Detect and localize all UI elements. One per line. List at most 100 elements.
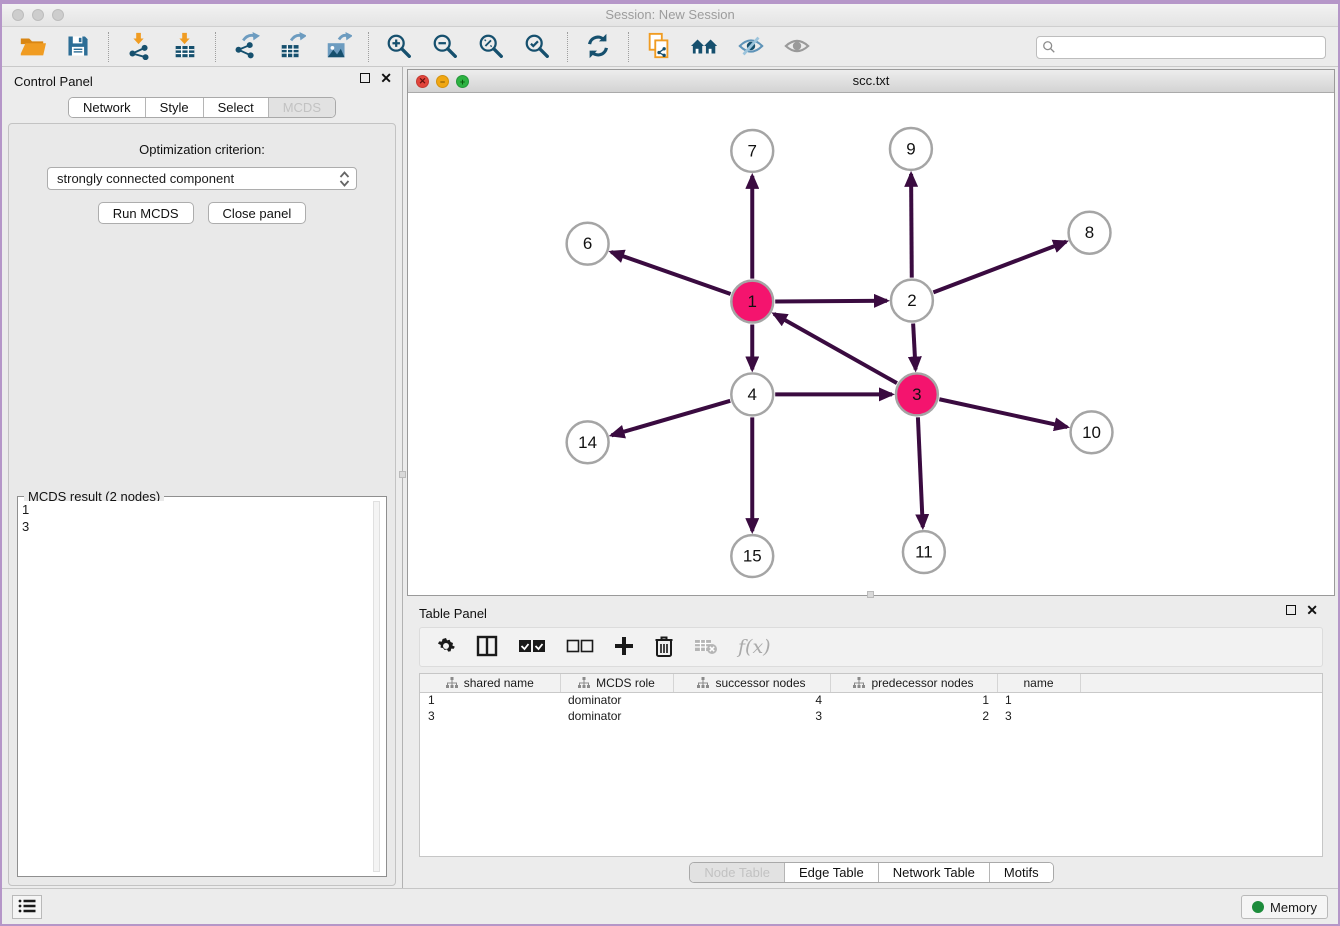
float-table-panel-icon[interactable] bbox=[1286, 605, 1296, 615]
edge-4-14[interactable] bbox=[612, 401, 731, 436]
network-window-titlebar[interactable]: ✕ − + scc.txt bbox=[408, 70, 1334, 93]
tab-mcds[interactable]: MCDS bbox=[269, 98, 335, 117]
tab-select[interactable]: Select bbox=[204, 98, 269, 117]
show-columns-button[interactable] bbox=[476, 634, 498, 660]
node-label-9: 9 bbox=[906, 139, 915, 158]
table-cell[interactable]: 2 bbox=[830, 708, 997, 724]
search-field-wrap bbox=[1036, 36, 1326, 59]
network-window-title: scc.txt bbox=[408, 73, 1334, 88]
task-history-button[interactable] bbox=[12, 895, 42, 919]
node-label-6: 6 bbox=[583, 234, 592, 253]
add-column-button[interactable] bbox=[614, 634, 634, 660]
tab-network-table[interactable]: Network Table bbox=[879, 863, 990, 882]
houses-button[interactable] bbox=[689, 31, 721, 63]
hide-eye-button[interactable] bbox=[735, 31, 767, 63]
clone-network-button[interactable] bbox=[643, 31, 675, 63]
close-panel-button[interactable]: Close panel bbox=[208, 202, 307, 224]
table-cell[interactable]: 1 bbox=[830, 692, 997, 708]
memory-status-icon bbox=[1252, 901, 1264, 913]
node-label-1: 1 bbox=[748, 292, 757, 311]
tab-edge-table[interactable]: Edge Table bbox=[785, 863, 879, 882]
edge-2-8[interactable] bbox=[933, 242, 1066, 293]
save-session-button[interactable] bbox=[62, 31, 94, 63]
node-table: shared nameMCDS rolesuccessor nodesprede… bbox=[419, 673, 1323, 857]
tree-icon bbox=[446, 677, 458, 689]
edge-3-1[interactable] bbox=[774, 314, 897, 383]
table-cell[interactable]: dominator bbox=[560, 692, 673, 708]
zoom-fit-button[interactable] bbox=[475, 31, 507, 63]
column-header-successor-nodes[interactable]: successor nodes bbox=[673, 674, 830, 692]
run-mcds-button[interactable]: Run MCDS bbox=[98, 202, 194, 224]
table-delete-icon bbox=[694, 637, 718, 658]
export-image-button[interactable] bbox=[322, 31, 354, 63]
export-network-icon bbox=[232, 32, 260, 63]
table-toolbar: f(x) bbox=[419, 627, 1323, 667]
table-cell[interactable]: 1 bbox=[420, 692, 560, 708]
column-header-predecessor-nodes[interactable]: predecessor nodes bbox=[830, 674, 997, 692]
table-row[interactable]: 3dominator323 bbox=[420, 708, 1322, 724]
list-icon bbox=[18, 898, 36, 917]
column-header-shared-name[interactable]: shared name bbox=[420, 674, 560, 692]
tab-network[interactable]: Network bbox=[69, 98, 146, 117]
table-cell[interactable]: 3 bbox=[997, 708, 1080, 724]
network-view-window: ✕ − + scc.txt 1234678910111415 bbox=[407, 69, 1335, 596]
node-label-11: 11 bbox=[915, 543, 933, 562]
titlebar: Session: New Session bbox=[2, 4, 1338, 27]
import-network-icon bbox=[125, 32, 153, 63]
table-cell[interactable]: dominator bbox=[560, 708, 673, 724]
node-label-2: 2 bbox=[907, 291, 916, 310]
splitter-handle[interactable] bbox=[867, 591, 874, 598]
node-label-4: 4 bbox=[748, 385, 757, 404]
delete-column-button[interactable] bbox=[654, 634, 674, 660]
import-table-button[interactable] bbox=[169, 31, 201, 63]
export-table-button[interactable] bbox=[276, 31, 308, 63]
zoom-selected-button[interactable] bbox=[521, 31, 553, 63]
edge-3-11[interactable] bbox=[918, 417, 923, 527]
tab-style[interactable]: Style bbox=[146, 98, 204, 117]
import-network-button[interactable] bbox=[123, 31, 155, 63]
zoom-in-button[interactable] bbox=[383, 31, 415, 63]
result-item: 1 bbox=[22, 501, 370, 518]
mcds-result-list: 13 bbox=[22, 501, 370, 872]
table-settings-button[interactable] bbox=[436, 634, 456, 660]
edge-3-10[interactable] bbox=[939, 399, 1067, 427]
edge-1-6[interactable] bbox=[611, 252, 730, 294]
result-scrollbar[interactable] bbox=[373, 501, 380, 872]
tab-motifs[interactable]: Motifs bbox=[990, 863, 1053, 882]
edge-2-9[interactable] bbox=[911, 174, 912, 278]
select-all-button[interactable] bbox=[518, 634, 546, 660]
save-floppy-icon bbox=[65, 33, 91, 62]
columns-icon bbox=[476, 635, 498, 660]
edge-1-2[interactable] bbox=[775, 301, 887, 302]
network-canvas[interactable]: 1234678910111415 bbox=[408, 93, 1334, 595]
control-panel-title: Control Panel bbox=[14, 74, 93, 89]
tree-icon bbox=[578, 677, 590, 689]
eye-icon bbox=[783, 32, 811, 63]
float-panel-icon[interactable] bbox=[360, 73, 370, 83]
table-cell[interactable]: 3 bbox=[673, 708, 830, 724]
deselect-all-button[interactable] bbox=[566, 634, 594, 660]
table-cell[interactable]: 4 bbox=[673, 692, 830, 708]
table-row[interactable]: 1dominator411 bbox=[420, 692, 1322, 708]
column-header-MCDS-role[interactable]: MCDS role bbox=[560, 674, 673, 692]
table-cell[interactable]: 3 bbox=[420, 708, 560, 724]
table-cell[interactable]: 1 bbox=[997, 692, 1080, 708]
zoom-out-icon bbox=[431, 32, 459, 63]
close-table-panel-icon[interactable]: ✕ bbox=[1306, 605, 1318, 615]
export-network-button[interactable] bbox=[230, 31, 262, 63]
control-panel-tabs: NetworkStyleSelectMCDS bbox=[68, 97, 336, 118]
gear-icon bbox=[436, 636, 456, 659]
column-header-name[interactable]: name bbox=[997, 674, 1080, 692]
node-label-10: 10 bbox=[1082, 423, 1101, 442]
search-input[interactable] bbox=[1036, 36, 1326, 59]
zoom-out-button[interactable] bbox=[429, 31, 461, 63]
memory-button[interactable]: Memory bbox=[1241, 895, 1328, 919]
close-panel-icon[interactable]: ✕ bbox=[380, 73, 392, 83]
apply-layout-button[interactable] bbox=[582, 31, 614, 63]
open-session-button[interactable] bbox=[16, 31, 48, 63]
edge-2-3[interactable] bbox=[913, 324, 915, 370]
checked-boxes-icon bbox=[518, 639, 546, 656]
tab-node-table[interactable]: Node Table bbox=[690, 863, 785, 882]
vertical-splitter-handle[interactable] bbox=[399, 471, 406, 478]
criterion-select[interactable]: strongly connected component bbox=[47, 167, 357, 190]
